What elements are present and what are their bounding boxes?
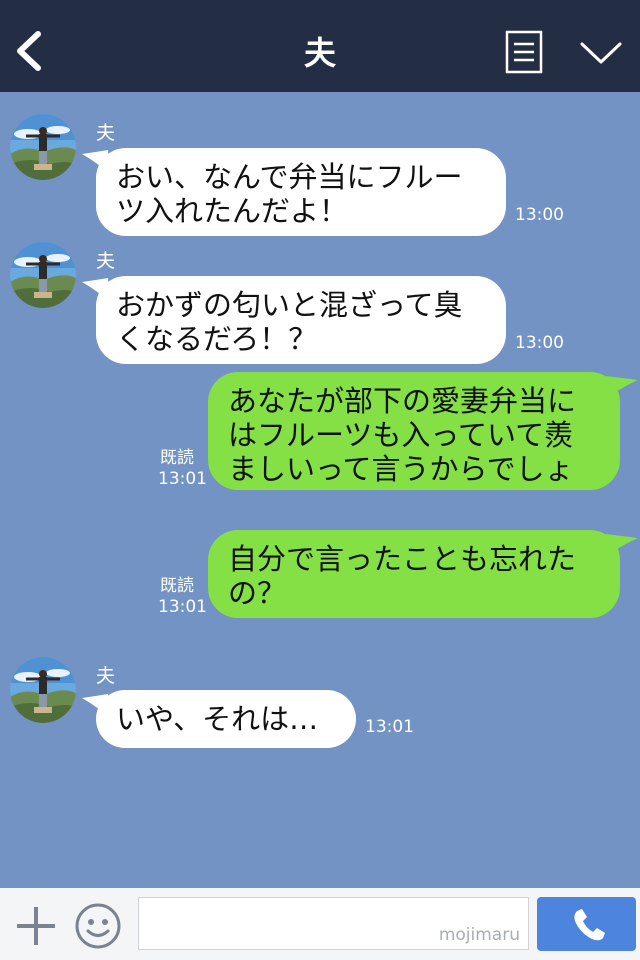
- avatar[interactable]: [10, 114, 76, 180]
- sender-name: 夫: [96, 122, 116, 144]
- message-bubble[interactable]: おかずの匂いと混ざって臭 くなるだろ！？: [96, 276, 506, 364]
- back-button[interactable]: [12, 28, 48, 74]
- message-time: 13:01: [365, 717, 414, 737]
- profile-photo: [10, 242, 76, 308]
- plus-icon: [17, 907, 55, 945]
- phone-icon: [574, 909, 605, 941]
- avatar[interactable]: [10, 657, 76, 723]
- watermark: mojimaru: [438, 925, 520, 945]
- sender-name: 夫: [96, 250, 116, 272]
- read-receipt: 既読: [160, 448, 194, 468]
- chevron-down-icon: [580, 42, 622, 64]
- add-button[interactable]: [14, 904, 58, 948]
- message-bubble[interactable]: 自分で言ったことも忘れた の？: [208, 530, 620, 618]
- message-bubble[interactable]: あなたが部下の愛妻弁当に はフルーツも入っていて羨 ましいって言うからでしょ: [208, 372, 620, 490]
- profile-photo: [10, 114, 76, 180]
- menu-button[interactable]: [505, 30, 543, 74]
- message-time: 13:00: [515, 333, 564, 353]
- profile-photo: [10, 657, 76, 723]
- message-bubble[interactable]: おい、なんで弁当にフルー ツ入れたんだよ！: [96, 148, 506, 236]
- chevron-left-icon: [17, 31, 41, 71]
- call-button[interactable]: [537, 897, 636, 951]
- avatar[interactable]: [10, 242, 76, 308]
- list-icon: [505, 30, 543, 74]
- collapse-button[interactable]: [578, 36, 624, 70]
- message-time: 13:01: [158, 469, 207, 489]
- message-input[interactable]: mojimaru: [138, 897, 529, 950]
- sender-name: 夫: [96, 665, 116, 687]
- message-bubble[interactable]: いや、それは…: [96, 690, 356, 748]
- chat-header: [0, 0, 640, 92]
- emoji-button[interactable]: [74, 902, 122, 950]
- message-time: 13:00: [515, 205, 564, 225]
- message-time: 13:01: [158, 597, 207, 617]
- smiley-icon: [75, 903, 121, 949]
- read-receipt: 既読: [160, 576, 194, 596]
- chat-area: 夫 おい、なんで弁当にフルー ツ入れたんだよ！ 13:00 夫 おかずの匂いと混…: [0, 92, 640, 888]
